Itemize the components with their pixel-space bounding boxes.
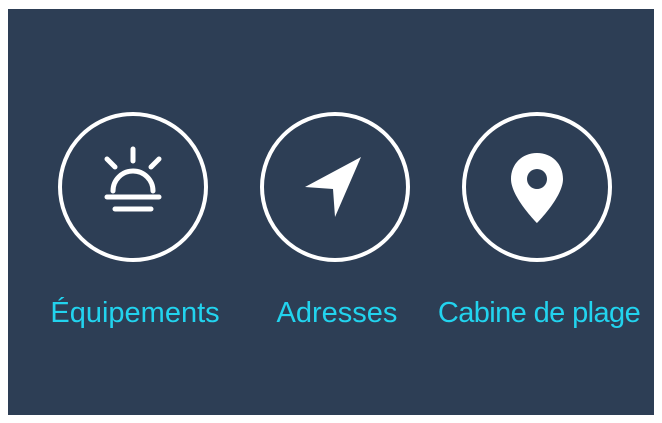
siren-icon	[104, 146, 162, 212]
cabine-de-plage-label: Cabine de plage	[437, 297, 641, 329]
equipements-label: Équipements	[50, 297, 220, 329]
menu-item-cabine-de-plage[interactable]: Cabine de plage	[429, 112, 649, 352]
adresses-circle	[260, 112, 410, 262]
navigation-arrow-icon	[305, 157, 361, 217]
menu-panel: Équipements Adresses Cabine de plage	[8, 9, 654, 415]
map-pin-icon	[511, 153, 563, 223]
menu-item-equipements[interactable]: Équipements	[25, 112, 245, 352]
cabine-de-plage-circle	[462, 112, 612, 262]
menu-item-adresses[interactable]: Adresses	[227, 112, 447, 352]
equipements-circle	[58, 112, 208, 262]
adresses-label: Adresses	[276, 297, 398, 329]
